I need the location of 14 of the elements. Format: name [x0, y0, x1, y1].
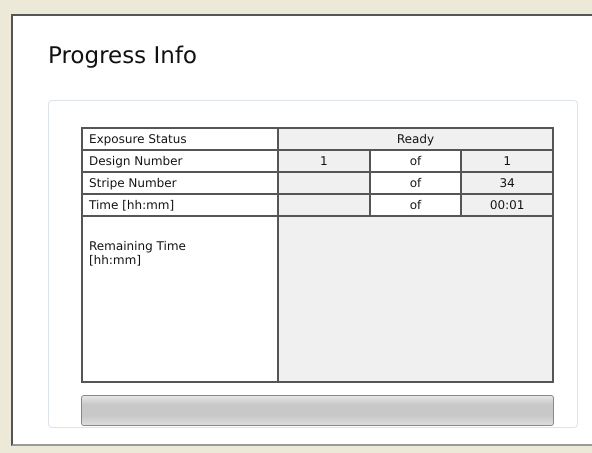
table-cell: of [370, 194, 462, 216]
table-cell: Exposure Status [82, 128, 278, 150]
table-cell: Stripe Number [82, 172, 278, 194]
table-cell: of [370, 150, 462, 172]
table-cell: 00:01 [461, 194, 553, 216]
table-cell: 1 [461, 150, 553, 172]
table-cell: of [370, 172, 462, 194]
table-cell: Remaining Time [hh:mm] [82, 216, 278, 382]
table-cell: Time [hh:mm] [82, 194, 278, 216]
table-cell: Ready [278, 128, 553, 150]
table-cell: 34 [461, 172, 553, 194]
table-cell: Design Number [82, 150, 278, 172]
window-title: Progress Info [48, 42, 198, 71]
table-cell: 1 [278, 150, 370, 172]
